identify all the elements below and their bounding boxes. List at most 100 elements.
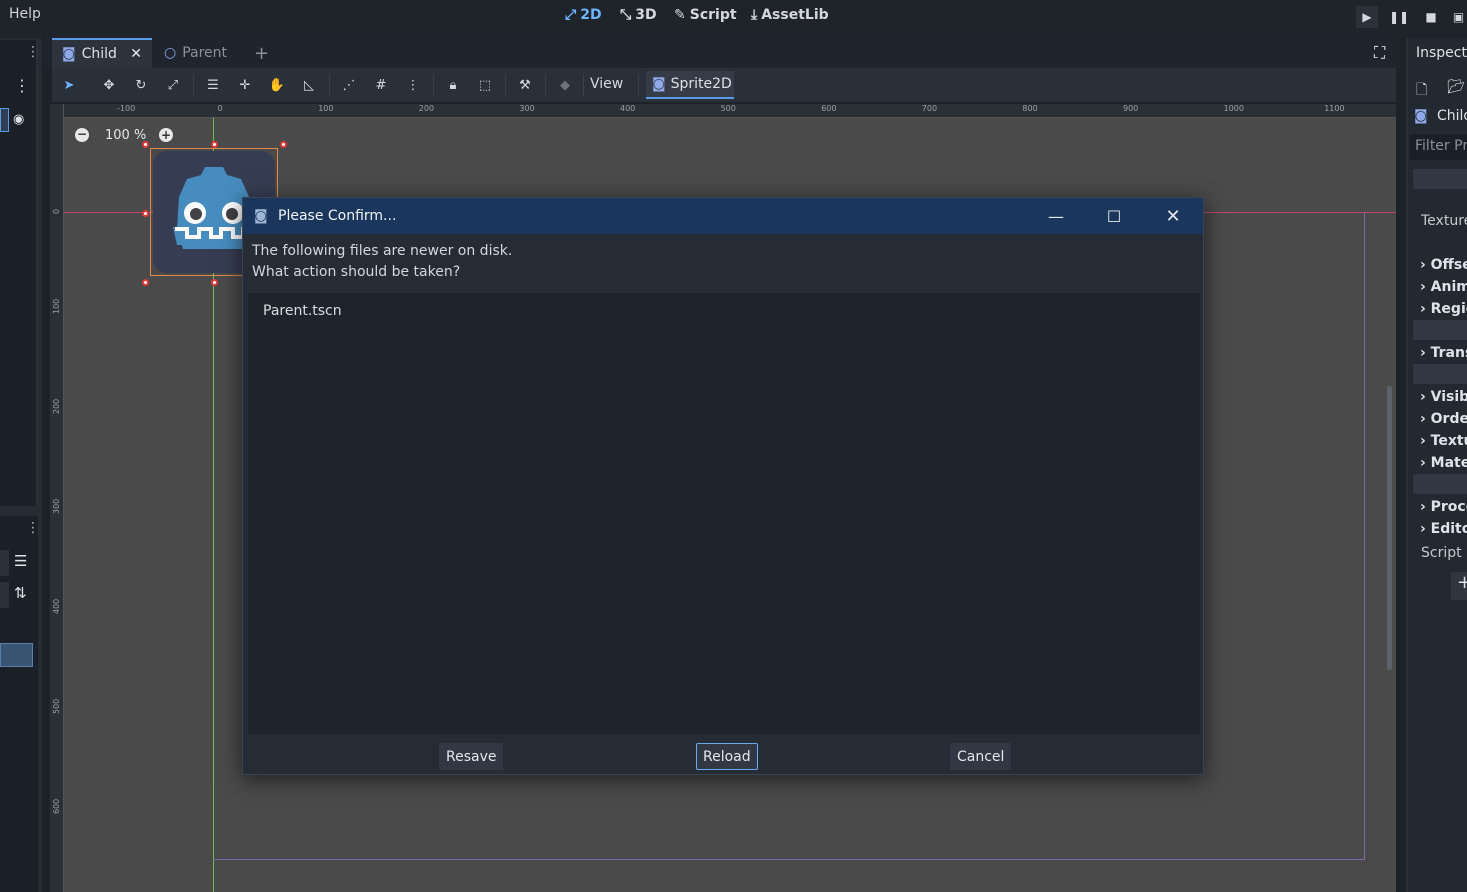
ruler-tick-label: 600 xyxy=(52,798,61,814)
remote-debug-button[interactable]: ▣ xyxy=(1450,6,1467,28)
select-mode-icon[interactable]: ➤ xyxy=(58,76,80,94)
cancel-button[interactable]: Cancel xyxy=(950,743,1012,770)
ruler-tick-label: 900 xyxy=(1123,104,1139,113)
workspace-assetlib-button[interactable]: ⤓ AssetLib xyxy=(751,7,829,23)
resize-handle[interactable] xyxy=(211,141,218,148)
smart-snap-icon[interactable]: ⋰ xyxy=(338,76,360,94)
filesystem-selected-item[interactable] xyxy=(0,643,33,667)
stop-button[interactable]: ■ xyxy=(1420,6,1442,28)
inspector-section[interactable]: › Material xyxy=(1420,455,1467,471)
scene-more-icon[interactable]: ⋮ xyxy=(14,76,30,95)
pivot-mode-icon[interactable]: ✛ xyxy=(234,76,256,94)
pause-button[interactable]: ❚❚ xyxy=(1388,6,1410,28)
ruler-tick-label: 0 xyxy=(217,104,223,113)
add-script-button[interactable]: + xyxy=(1451,572,1467,600)
inspector-section[interactable]: › Editor xyxy=(1420,521,1467,537)
resave-button[interactable]: Resave xyxy=(439,743,504,770)
ruler-tick-label: 200 xyxy=(418,104,435,113)
inspector-category-bar xyxy=(1413,320,1467,340)
inspector-section[interactable]: › Texture xyxy=(1420,433,1467,449)
reload-button[interactable]: Reload xyxy=(696,743,758,770)
close-tab-icon[interactable]: ✕ xyxy=(130,46,142,62)
sort-icon[interactable]: ⇅ xyxy=(14,584,27,602)
remote-icon: ▣ xyxy=(1452,10,1465,24)
inspector-category-bar xyxy=(1413,364,1467,384)
ruler-mode-icon[interactable]: ◺ xyxy=(298,76,320,94)
ruler-tick-label: 300 xyxy=(52,498,61,514)
group-icon[interactable]: ⬚ xyxy=(474,76,496,94)
resize-handle[interactable] xyxy=(211,279,218,286)
workspace-3d-button[interactable]: ⤡ 3D xyxy=(620,7,657,23)
play-button[interactable]: ▶ xyxy=(1356,6,1378,28)
ruler-tick-label: 0 xyxy=(52,208,61,214)
sprite-node-icon: ◙ xyxy=(62,46,76,62)
tab-parent[interactable]: ○ Parent xyxy=(154,38,237,68)
inspector-section[interactable]: › Ordering xyxy=(1420,411,1467,427)
script-icon: ✎ xyxy=(674,7,686,23)
open-folder-icon[interactable]: 📂︎ xyxy=(1447,79,1465,95)
grid-snap-icon[interactable]: # xyxy=(370,76,392,94)
toolbar-separator xyxy=(583,74,584,96)
resize-handle[interactable] xyxy=(142,210,149,217)
rotate-mode-icon[interactable]: ↻ xyxy=(130,76,152,94)
visibility-eye-icon[interactable]: ◉ xyxy=(13,112,24,127)
resize-handle[interactable] xyxy=(142,141,149,148)
inspector-section[interactable]: › Visibility xyxy=(1420,389,1467,405)
scale-mode-icon[interactable]: ⤢ xyxy=(162,76,184,94)
inspector-tab[interactable]: Inspector xyxy=(1416,45,1467,61)
ruler-tick-label: 700 xyxy=(921,104,938,113)
ruler-tick-label: 1000 xyxy=(1223,104,1244,113)
viewport-scrollbar[interactable] xyxy=(1387,386,1392,670)
workspace-2d-button[interactable]: ⤢ 2D xyxy=(565,7,602,23)
close-dialog-button[interactable]: ✕ xyxy=(1158,204,1188,228)
filesystem-path-field[interactable] xyxy=(0,550,9,576)
maximize-button[interactable]: ☐ xyxy=(1099,204,1129,228)
filter-properties-input[interactable]: Filter Properties xyxy=(1410,134,1467,160)
scene-tree-row[interactable] xyxy=(0,108,9,132)
resize-handle[interactable] xyxy=(280,141,287,148)
file-list[interactable]: Parent.tscn xyxy=(248,293,1200,734)
minimize-button[interactable]: — xyxy=(1041,204,1071,228)
split-view-icon[interactable]: ☰ xyxy=(14,552,27,570)
scene-menu-icon[interactable]: ⋮ xyxy=(26,44,40,60)
inspector-section[interactable]: › Offset xyxy=(1420,257,1467,273)
ruler-tick-label: -100 xyxy=(117,104,136,113)
sprite2d-menu-button[interactable]: ◙ Sprite2D xyxy=(646,71,734,99)
zoom-reset-button[interactable]: 100 % xyxy=(105,128,146,143)
new-resource-icon[interactable]: 🗋︎ xyxy=(1416,79,1427,103)
inspector-section[interactable]: › Region xyxy=(1420,301,1467,317)
inspector-category-bar xyxy=(1413,169,1467,189)
menu-help[interactable]: Help xyxy=(9,6,41,22)
snap-options-icon[interactable]: ⋮ xyxy=(402,76,424,94)
list-select-icon[interactable]: ☰ xyxy=(202,76,224,94)
list-item[interactable]: Parent.tscn xyxy=(263,303,342,319)
minimize-icon: — xyxy=(1048,206,1064,226)
zoom-in-button[interactable]: + xyxy=(159,128,173,142)
pan-mode-icon[interactable]: ✋ xyxy=(266,76,288,94)
inspector-section[interactable]: › Animation xyxy=(1420,279,1467,295)
lock-icon[interactable]: 🔒︎ xyxy=(442,76,464,94)
assetlib-icon: ⤓ xyxy=(751,7,758,23)
view-menu[interactable]: View xyxy=(590,76,623,92)
ruler-tick-label: 400 xyxy=(620,104,636,113)
inspector-section[interactable]: › Process xyxy=(1420,499,1467,515)
script-property-label: Script xyxy=(1421,545,1462,561)
filesystem-filter-field[interactable] xyxy=(0,582,9,608)
pause-icon: ❚❚ xyxy=(1388,10,1410,24)
filesystem-menu-icon[interactable]: ⋮ xyxy=(26,520,40,536)
inspector-node-name: Child xyxy=(1437,108,1467,124)
ruler-tick-label: 600 xyxy=(821,104,837,113)
workspace-script-button[interactable]: ✎ Script xyxy=(674,7,737,23)
viewport-bound-right xyxy=(1364,212,1365,860)
camera-override-icon[interactable]: ◆ xyxy=(554,76,576,94)
tab-child[interactable]: ◙ Child ✕ xyxy=(52,38,152,68)
move-mode-icon[interactable]: ✥ xyxy=(98,76,120,94)
3d-icon: ⤡ xyxy=(620,7,632,23)
distraction-free-icon[interactable]: ⛶ xyxy=(1374,43,1385,63)
skeleton-icon[interactable]: ⚒ xyxy=(514,76,536,94)
resize-handle[interactable] xyxy=(142,279,149,286)
inspector-section[interactable]: › Transform xyxy=(1420,345,1467,361)
zoom-out-button[interactable]: − xyxy=(75,128,89,142)
dialog-title: Please Confirm... xyxy=(278,208,397,224)
add-tab-button[interactable]: + xyxy=(244,38,279,68)
